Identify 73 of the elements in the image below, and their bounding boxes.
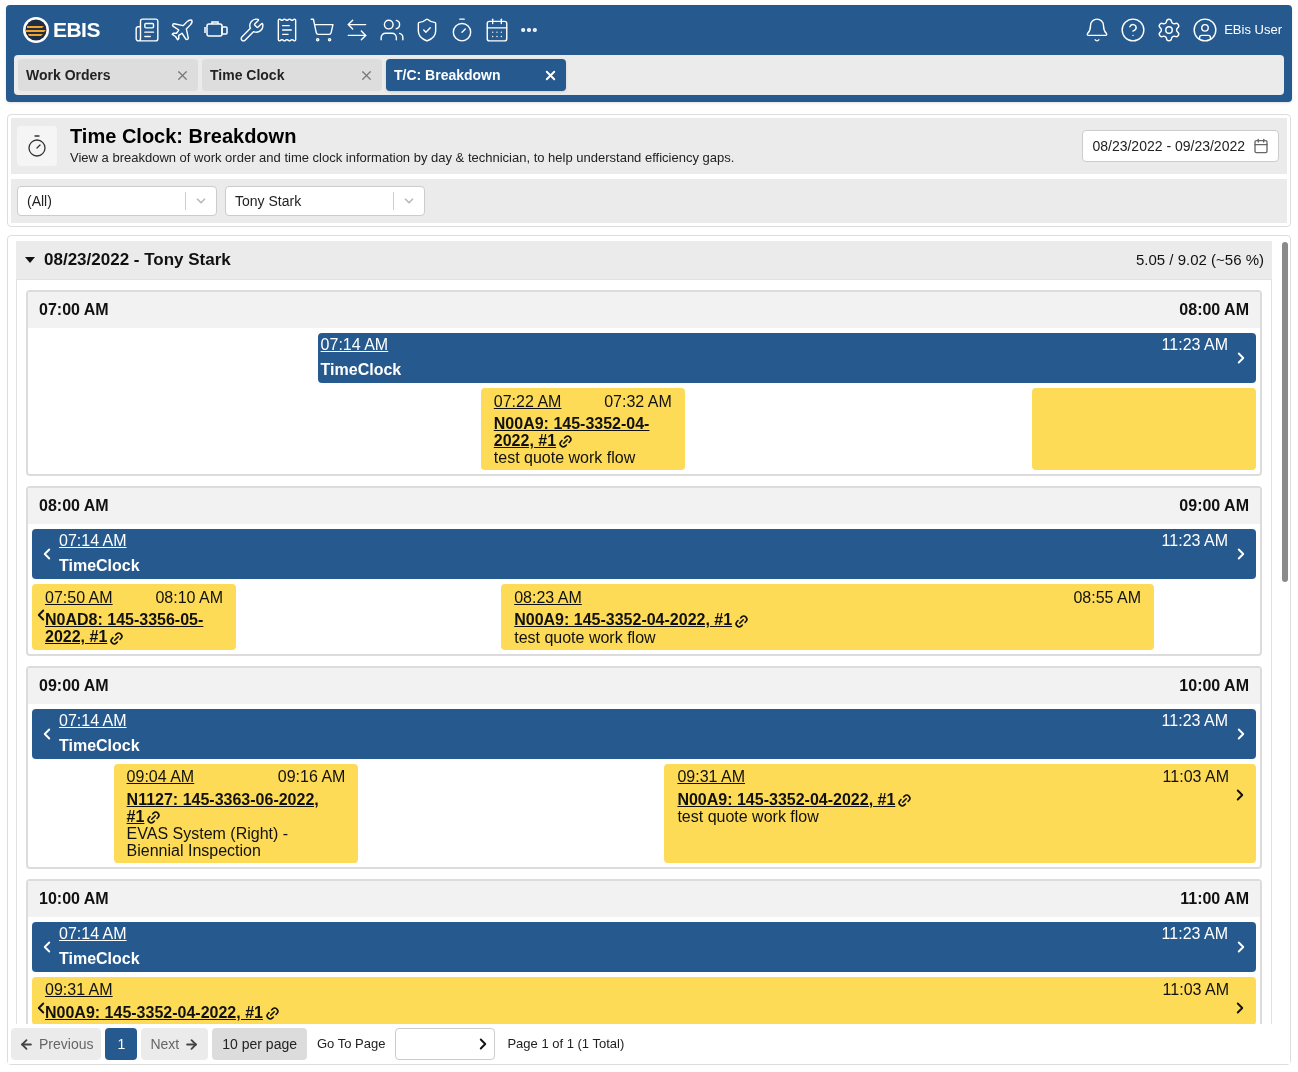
go-to-page-field[interactable] — [395, 1028, 496, 1060]
timeclock-start-link[interactable]: 07:14 AM — [59, 710, 127, 731]
per-page-button[interactable]: 10 per page — [212, 1028, 307, 1060]
timeclock-end: 11:23 AM — [1161, 710, 1228, 731]
work-order-description: EVAS System (Right) - Biennial Inspection — [126, 824, 290, 859]
work-order-link[interactable]: N00A9: 145-3352-04-2022, #1 — [677, 790, 1235, 808]
end-time: 08:55 AM — [1073, 588, 1141, 606]
hour-start: 09:00 AM — [39, 675, 109, 696]
wrench-icon[interactable] — [238, 17, 265, 43]
hour-end: 10:00 AM — [1179, 675, 1249, 696]
day-title: 08/23/2022 - Tony Stark — [44, 249, 231, 272]
end-time: 08:10 AM — [155, 588, 223, 606]
next-button[interactable]: Next — [141, 1028, 209, 1060]
timer-icon — [25, 134, 49, 158]
work-order-link[interactable]: N0AD8: 145-3356-05-2022, #1 — [45, 611, 215, 646]
user-name[interactable]: EBis User — [1224, 20, 1282, 40]
arrow-right-icon — [184, 1036, 200, 1052]
timeclock-label: TimeClock — [320, 360, 403, 380]
filter-dropdown[interactable]: Tony Stark — [225, 186, 425, 216]
page-button[interactable]: 1 — [105, 1028, 138, 1060]
work-order-description: test quote work flow — [514, 628, 657, 646]
timeclock-start-link[interactable]: 07:14 AM — [59, 531, 127, 552]
expand-caret-icon[interactable] — [24, 256, 36, 264]
calendar-icon[interactable] — [1253, 138, 1269, 154]
user-icon[interactable] — [1192, 17, 1219, 43]
tab[interactable]: Time Clock — [202, 59, 382, 91]
timeclock-label: TimeClock — [59, 735, 141, 756]
page-description: View a breakdown of work order and time clock information by day & technician, to help understand efficiency gaps. — [70, 149, 735, 168]
hour-end: 11:00 AM — [1180, 888, 1249, 909]
work-order-link[interactable]: N1127: 145-3363-06-2022, #1 — [126, 790, 338, 825]
hour-end: 09:00 AM — [1179, 496, 1249, 517]
start-time-link[interactable]: 07:50 AM — [45, 588, 113, 606]
hour-end: 08:00 AM — [1179, 300, 1249, 320]
previous-button[interactable]: Previous — [11, 1028, 102, 1060]
timeclock-end: 11:23 AM — [1161, 923, 1228, 944]
timeclock-label: TimeClock — [59, 948, 141, 969]
tab[interactable]: T/C: Breakdown — [386, 59, 566, 91]
end-time: 11:03 AM — [1162, 981, 1229, 999]
start-time-link[interactable]: 07:22 AM — [493, 392, 562, 410]
cart-icon[interactable] — [308, 17, 335, 43]
logo-icon — [22, 16, 50, 44]
filter-dropdown[interactable]: (All) — [17, 186, 217, 216]
day-summary: 5.05 / 9.02 (~56 %) — [1136, 249, 1264, 270]
timeclock-end: 11:23 AM — [1161, 531, 1228, 552]
end-time: 09:16 AM — [277, 768, 346, 786]
end-time: 11:03 AM — [1162, 768, 1229, 786]
date-range-field[interactable]: 08/23/2022 - 09/23/2022 — [1082, 130, 1279, 162]
start-time-link[interactable]: 09:04 AM — [126, 768, 195, 786]
work-order-description: test quote work flow — [677, 807, 819, 825]
hour-start: 07:00 AM — [39, 300, 109, 320]
newspaper-icon[interactable] — [133, 17, 160, 43]
timeclock-end: 11:23 AM — [1161, 335, 1228, 355]
day-header[interactable]: 08/23/2022 - Tony Stark 5.05 / 9.02 (~56 %) — [16, 241, 1272, 279]
timeclock-start-link[interactable]: 07:14 AM — [320, 335, 389, 355]
logo-text: EBIS — [53, 17, 100, 44]
timeclock-label: TimeClock — [59, 556, 141, 577]
start-time-link[interactable]: 09:31 AM — [677, 768, 745, 786]
help-icon[interactable] — [1120, 17, 1147, 43]
people-icon[interactable] — [378, 17, 405, 43]
page-summary: Page 1 of 1 (1 Total) — [507, 1035, 625, 1054]
hour-start: 10:00 AM — [39, 888, 109, 909]
go-to-page-label: Go To Page — [317, 1035, 386, 1054]
tab[interactable]: Work Orders — [18, 59, 198, 91]
work-order-link[interactable]: N00A9: 145-3352-04-2022, #1 — [514, 611, 1133, 629]
start-time-link[interactable]: 08:23 AM — [514, 588, 582, 606]
scrollbar-thumb[interactable] — [1282, 242, 1288, 582]
start-time-link[interactable]: 09:31 AM — [45, 981, 113, 999]
page-title: Time Clock: Breakdown — [70, 124, 298, 149]
hour-start: 08:00 AM — [39, 496, 109, 517]
timeclock-start-link[interactable]: 07:14 AM — [59, 923, 127, 944]
work-order-link[interactable]: N00A9: 145-3352-04-2022, #1 — [45, 1003, 1235, 1022]
end-time: 07:32 AM — [604, 392, 672, 410]
work-order-description: test quote work flow — [493, 449, 637, 467]
